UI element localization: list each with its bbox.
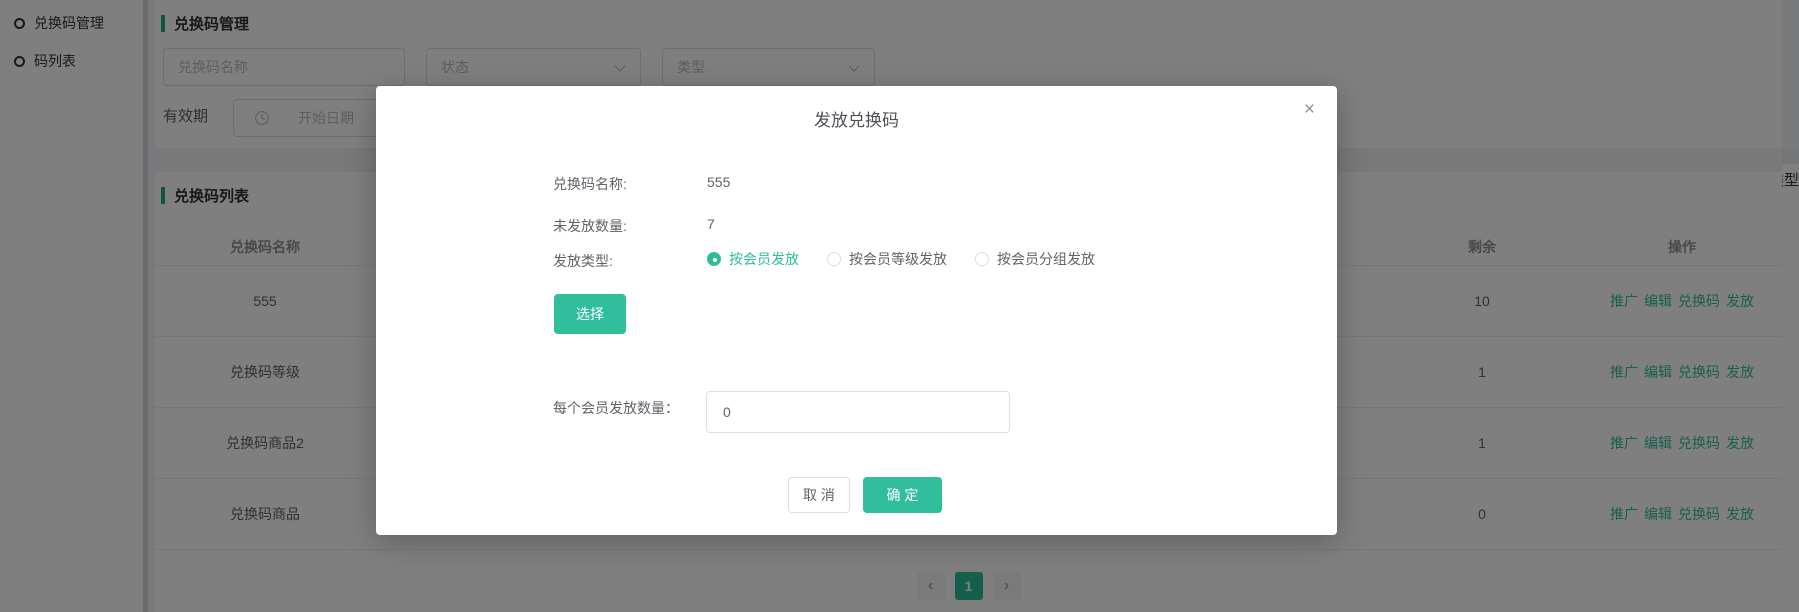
radio-by-member[interactable]: 按会员发放 bbox=[707, 249, 799, 269]
issue-code-dialog: 发放兑换码 × 兑换码名称: 555 未发放数量: 7 发放类型: 按会员发放 … bbox=[376, 86, 1337, 535]
select-members-button[interactable]: 选择 bbox=[554, 294, 626, 334]
cancel-button[interactable]: 取 消 bbox=[788, 477, 850, 513]
issue-type-label: 发放类型: bbox=[553, 251, 613, 271]
radio-unselected-icon bbox=[827, 252, 841, 266]
radio-selected-icon bbox=[707, 252, 721, 266]
unissued-qty-value: 7 bbox=[707, 216, 715, 232]
confirm-button[interactable]: 确 定 bbox=[863, 477, 942, 513]
radio-label: 按会员等级发放 bbox=[849, 249, 947, 269]
radio-by-member-group[interactable]: 按会员分组发放 bbox=[975, 249, 1095, 269]
per-member-qty-label: 每个会员发放数量： bbox=[553, 398, 679, 418]
per-member-qty-value: 0 bbox=[723, 404, 731, 420]
close-icon[interactable]: × bbox=[1304, 100, 1315, 119]
unissued-qty-label: 未发放数量: bbox=[553, 216, 627, 236]
dialog-title: 发放兑换码 bbox=[376, 106, 1337, 131]
code-name-value: 555 bbox=[707, 174, 730, 190]
per-member-qty-input[interactable]: 0 bbox=[706, 391, 1010, 433]
issue-type-radio-group: 按会员发放 按会员等级发放 按会员分组发放 bbox=[707, 249, 1095, 269]
radio-label: 按会员发放 bbox=[729, 249, 799, 269]
radio-unselected-icon bbox=[975, 252, 989, 266]
radio-label: 按会员分组发放 bbox=[997, 249, 1095, 269]
code-name-label: 兑换码名称: bbox=[553, 174, 627, 194]
radio-by-member-level[interactable]: 按会员等级发放 bbox=[827, 249, 947, 269]
